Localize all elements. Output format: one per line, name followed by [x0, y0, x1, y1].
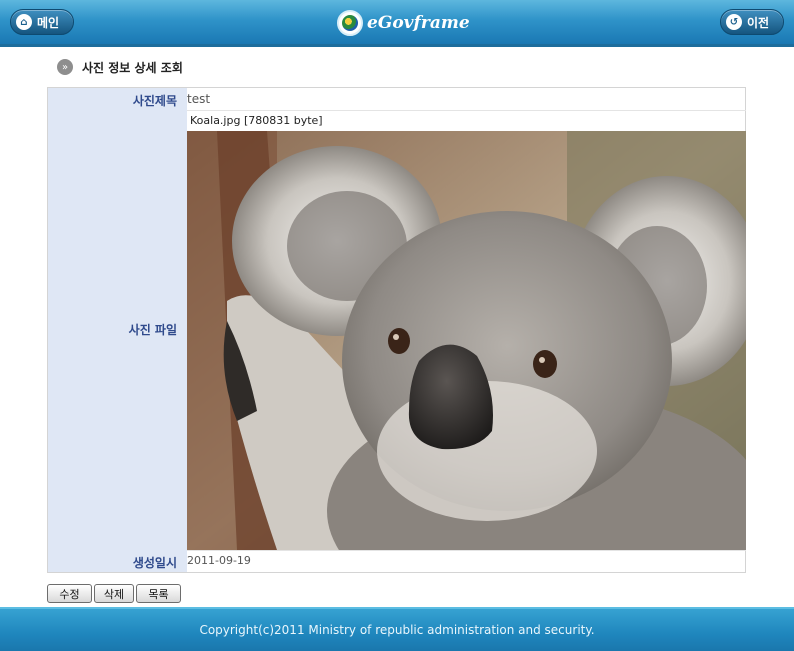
row-divider: [187, 550, 746, 551]
list-button[interactable]: 목록: [136, 584, 181, 603]
home-button[interactable]: ⌂ 메인: [10, 9, 74, 35]
government-emblem-icon: [337, 10, 363, 36]
page-title: 사진 정보 상세 조회: [82, 60, 183, 75]
arrow-right-icon: »: [57, 59, 73, 75]
logo-text: eGovframe: [367, 13, 470, 33]
header-bar: ⌂ 메인 eGovframe ↺ 이전: [0, 0, 794, 44]
photo-title-label: 사진제목: [132, 94, 177, 108]
copyright-text: Copyright(c)2011 Ministry of republic ad…: [199, 623, 595, 637]
back-icon: ↺: [726, 14, 742, 30]
home-button-label: 메인: [37, 15, 60, 30]
row-divider: [187, 110, 746, 111]
page-heading: » 사진 정보 상세 조회: [57, 58, 183, 76]
created-date-label: 생성일시: [132, 556, 177, 570]
back-button[interactable]: ↺ 이전: [720, 9, 784, 35]
delete-button[interactable]: 삭제: [94, 584, 134, 603]
created-date-value: 2011-09-19: [187, 554, 251, 567]
koala-photo: [187, 131, 746, 550]
footer-bar: Copyright(c)2011 Ministry of republic ad…: [0, 607, 794, 651]
back-button-label: 이전: [747, 15, 770, 30]
photo-title-value: test: [187, 92, 211, 106]
photo-file-link[interactable]: Koala.jpg [780831 byte]: [190, 114, 323, 127]
photo-detail-table: 사진제목 test Koala.jpg [780831 byte] 사진 파일 …: [47, 87, 746, 573]
photo-file-label: 사진 파일: [128, 323, 177, 337]
home-icon: ⌂: [16, 14, 32, 30]
edit-button[interactable]: 수정: [47, 584, 92, 603]
action-buttons: 수정 삭제 목록: [47, 584, 183, 603]
header-divider: [0, 44, 794, 47]
egovframe-logo: eGovframe: [337, 8, 470, 38]
